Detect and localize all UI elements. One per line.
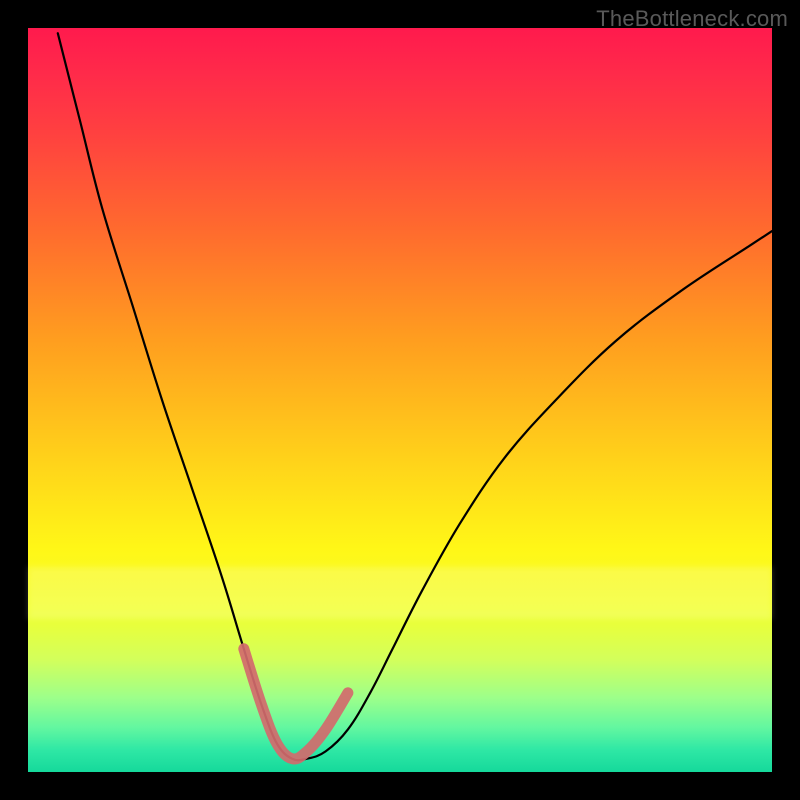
valley-highlight [244,649,348,759]
plot-area [28,28,772,772]
chart-container: TheBottleneck.com [0,0,800,800]
curve-layer [28,28,772,772]
bottleneck-curve [58,33,772,760]
